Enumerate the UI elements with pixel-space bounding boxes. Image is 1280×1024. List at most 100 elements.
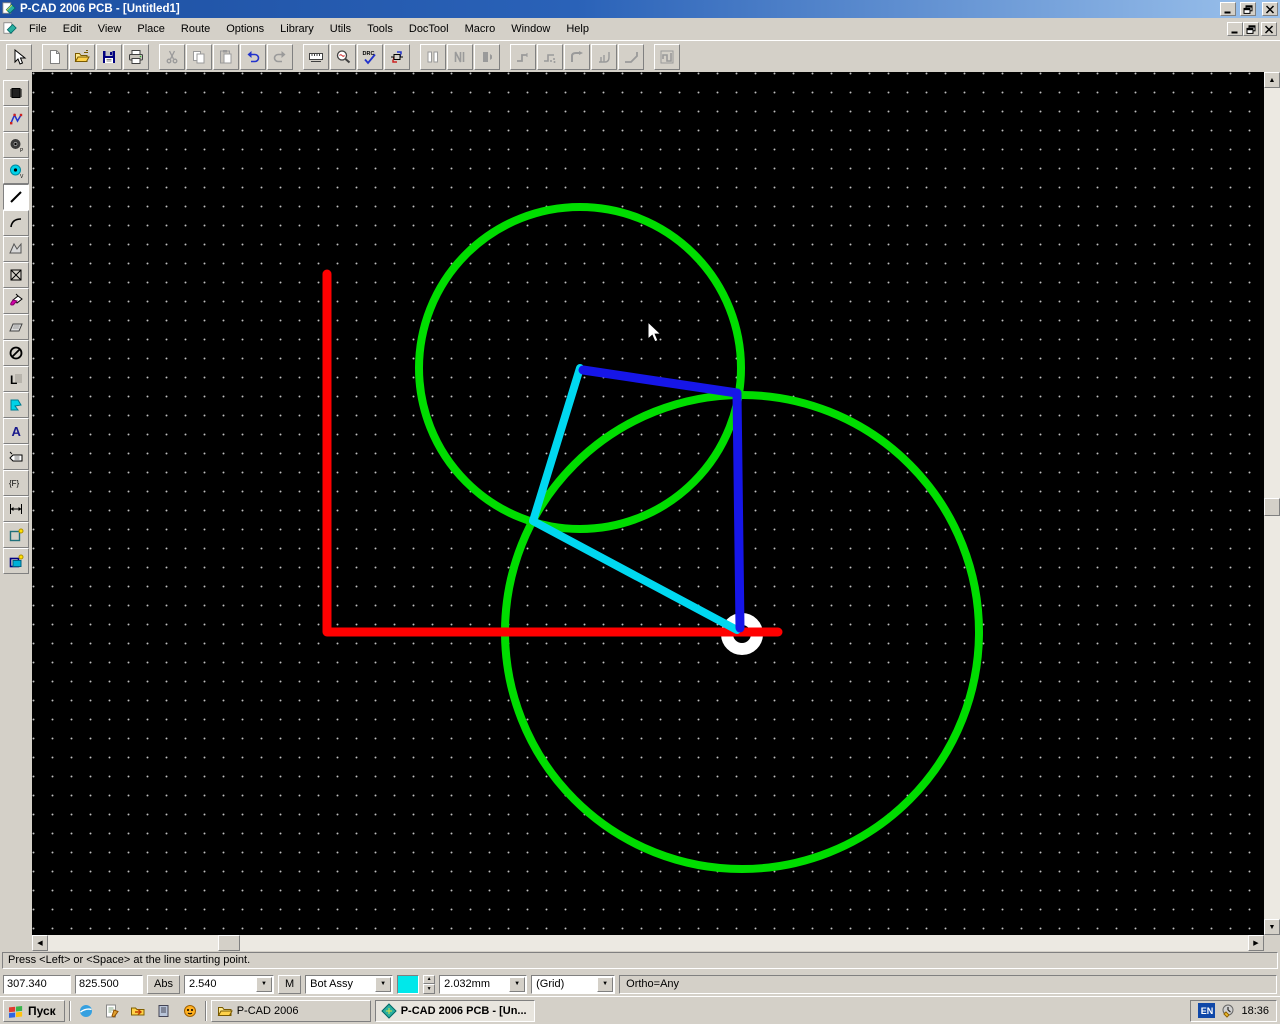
y-coordinate-input[interactable] <box>75 975 143 994</box>
measure-button[interactable] <box>303 44 329 70</box>
pcb-canvas[interactable] <box>32 72 1264 935</box>
place-rooms-button[interactable] <box>3 548 29 574</box>
taskbar-divider <box>69 1001 71 1021</box>
place-attribute-button[interactable] <box>3 444 29 470</box>
new-button[interactable] <box>42 44 68 70</box>
metric-toggle-button[interactable]: M <box>278 975 301 994</box>
place-connection-button[interactable] <box>3 106 29 132</box>
quick-launch-export[interactable] <box>127 1000 149 1022</box>
placement-toolbar: P V L A {F} <box>0 72 32 935</box>
select-tool-button[interactable] <box>6 44 32 70</box>
language-indicator[interactable]: EN <box>1198 1003 1215 1018</box>
x-coordinate-input[interactable] <box>3 975 71 994</box>
chevron-down-icon[interactable]: ▼ <box>256 977 272 992</box>
place-cutout-button[interactable] <box>3 314 29 340</box>
snap-mode-select[interactable]: (Grid) ▼ <box>531 975 615 994</box>
menu-route[interactable]: Route <box>173 20 218 38</box>
menu-library[interactable]: Library <box>272 20 322 38</box>
menu-doctool[interactable]: DocTool <box>401 20 457 38</box>
tray-utility-icon[interactable] <box>1220 1003 1236 1019</box>
menu-edit[interactable]: Edit <box>55 20 90 38</box>
horizontal-scrollbar[interactable]: ◀ ▶ <box>32 935 1264 951</box>
vertical-scrollbar[interactable]: ▲ ▼ <box>1264 72 1280 935</box>
horizontal-scroll-thumb[interactable] <box>218 935 240 951</box>
open-button[interactable] <box>69 44 95 70</box>
scroll-up-button[interactable]: ▲ <box>1264 72 1280 88</box>
horizontal-scroll-track[interactable] <box>48 935 1248 951</box>
scroll-left-button[interactable]: ◀ <box>32 935 48 951</box>
undo-button[interactable] <box>240 44 266 70</box>
place-via-button[interactable]: V <box>3 158 29 184</box>
layer-select[interactable]: Bot Assy ▼ <box>305 975 393 994</box>
menu-help[interactable]: Help <box>558 20 597 38</box>
place-pad-button[interactable]: P <box>3 132 29 158</box>
place-room-button[interactable] <box>3 522 29 548</box>
menu-tools[interactable]: Tools <box>359 20 401 38</box>
start-button[interactable]: Пуск <box>3 1000 65 1022</box>
minimize-button[interactable] <box>1220 2 1236 16</box>
menu-window[interactable]: Window <box>503 20 558 38</box>
clock[interactable]: 18:36 <box>1241 1005 1269 1017</box>
quick-launch-book[interactable] <box>153 1000 175 1022</box>
place-line-button[interactable] <box>3 184 29 210</box>
restore-button[interactable] <box>1240 2 1256 16</box>
chevron-down-icon[interactable]: ▼ <box>375 977 391 992</box>
pattern-b-button <box>447 44 473 70</box>
quick-launch-editor[interactable] <box>101 1000 123 1022</box>
spinner-up-button[interactable]: ▲ <box>423 975 435 985</box>
menu-place[interactable]: Place <box>129 20 173 38</box>
vertical-scroll-track[interactable] <box>1264 88 1280 919</box>
via-icon: V <box>8 163 24 179</box>
window-title: P-CAD 2006 PCB - [Untitled1] <box>20 3 180 15</box>
drc-button[interactable]: DRC <box>357 44 383 70</box>
quick-launch-agent[interactable] <box>179 1000 201 1022</box>
layer-color-swatch[interactable] <box>397 975 419 994</box>
vertical-scroll-thumb[interactable] <box>1264 498 1280 516</box>
save-button[interactable] <box>96 44 122 70</box>
place-keepout-button[interactable] <box>3 340 29 366</box>
menu-options[interactable]: Options <box>218 20 272 38</box>
spinner-down-button[interactable]: ▼ <box>423 984 435 994</box>
task-pcad-folder[interactable]: P-CAD 2006 <box>211 1000 371 1022</box>
main-toolbar: DRC <box>0 40 1280 72</box>
print-button[interactable] <box>123 44 149 70</box>
svg-text:A: A <box>12 424 22 439</box>
grid-spacing-select[interactable]: 2.540 ▼ <box>184 975 274 994</box>
ruler-icon <box>308 49 324 65</box>
menu-file[interactable]: File <box>21 20 55 38</box>
zoom-window-button[interactable] <box>330 44 356 70</box>
place-field-button[interactable]: {F} <box>3 470 29 496</box>
line-width-select[interactable]: 2.032mm ▼ <box>439 975 527 994</box>
place-component-button[interactable] <box>3 80 29 106</box>
chevron-down-icon[interactable]: ▼ <box>597 977 613 992</box>
menu-macro[interactable]: Macro <box>457 20 504 38</box>
abs-rel-toggle-button[interactable]: Abs <box>147 975 180 994</box>
task-pcad-pcb[interactable]: P-CAD 2006 PCB - [Un... <box>375 1000 535 1022</box>
pattern-bars-icon <box>425 49 441 65</box>
scroll-down-button[interactable]: ▼ <box>1264 919 1280 935</box>
mdi-restore-button[interactable] <box>1243 22 1259 36</box>
task-label: P-CAD 2006 <box>237 1005 299 1017</box>
menu-view[interactable]: View <box>90 20 130 38</box>
place-copper-pour-button[interactable] <box>3 288 29 314</box>
place-text-button[interactable]: A <box>3 418 29 444</box>
place-pour-cutout-button[interactable] <box>3 392 29 418</box>
place-polygon-button[interactable] <box>3 236 29 262</box>
place-plane-button[interactable]: L <box>3 366 29 392</box>
paint-bucket-icon <box>8 293 24 309</box>
quick-launch-browser[interactable] <box>75 1000 97 1022</box>
mdi-close-button[interactable] <box>1261 22 1277 36</box>
place-ref-point-button[interactable] <box>3 262 29 288</box>
mdi-minimize-button[interactable] <box>1227 22 1243 36</box>
close-button[interactable] <box>1262 2 1278 16</box>
place-arc-button[interactable] <box>3 210 29 236</box>
place-dimension-button[interactable] <box>3 496 29 522</box>
document-icon[interactable] <box>3 21 17 38</box>
eco-button[interactable] <box>384 44 410 70</box>
autoroute-button <box>654 44 680 70</box>
plane-layer-icon: L <box>8 371 24 387</box>
chevron-down-icon[interactable]: ▼ <box>509 977 525 992</box>
cut-button <box>159 44 185 70</box>
menu-utils[interactable]: Utils <box>322 20 359 38</box>
scroll-right-button[interactable]: ▶ <box>1248 935 1264 951</box>
